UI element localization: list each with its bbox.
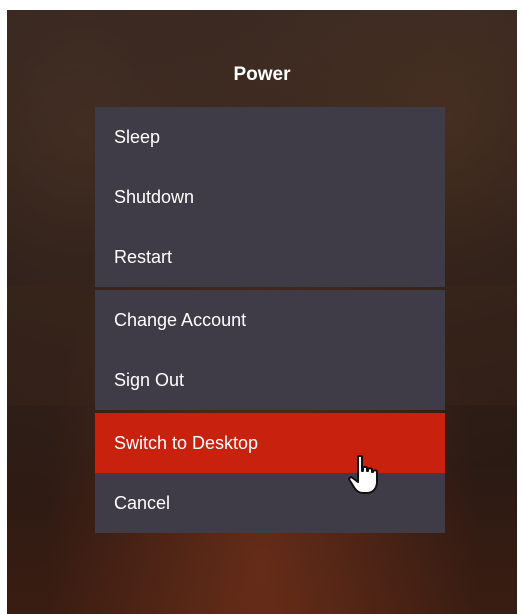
sleep-menu-item[interactable]: Sleep bbox=[95, 107, 445, 167]
power-group: Sleep Shutdown Restart bbox=[95, 107, 445, 287]
restart-menu-item[interactable]: Restart bbox=[95, 227, 445, 287]
change-account-menu-item[interactable]: Change Account bbox=[95, 290, 445, 350]
cancel-menu-item[interactable]: Cancel bbox=[95, 473, 445, 533]
desktop-group: Switch to Desktop Cancel bbox=[95, 413, 445, 533]
account-group: Change Account Sign Out bbox=[95, 290, 445, 410]
hand-pointer-icon bbox=[348, 455, 378, 494]
power-menu: Sleep Shutdown Restart Change Account Si… bbox=[95, 107, 445, 533]
sign-out-menu-item[interactable]: Sign Out bbox=[95, 350, 445, 410]
shutdown-menu-item[interactable]: Shutdown bbox=[95, 167, 445, 227]
switch-to-desktop-menu-item[interactable]: Switch to Desktop bbox=[95, 413, 445, 473]
dialog-title: Power bbox=[233, 64, 291, 85]
screen: Power Sleep Shutdown Restart Change Acco… bbox=[7, 10, 517, 614]
